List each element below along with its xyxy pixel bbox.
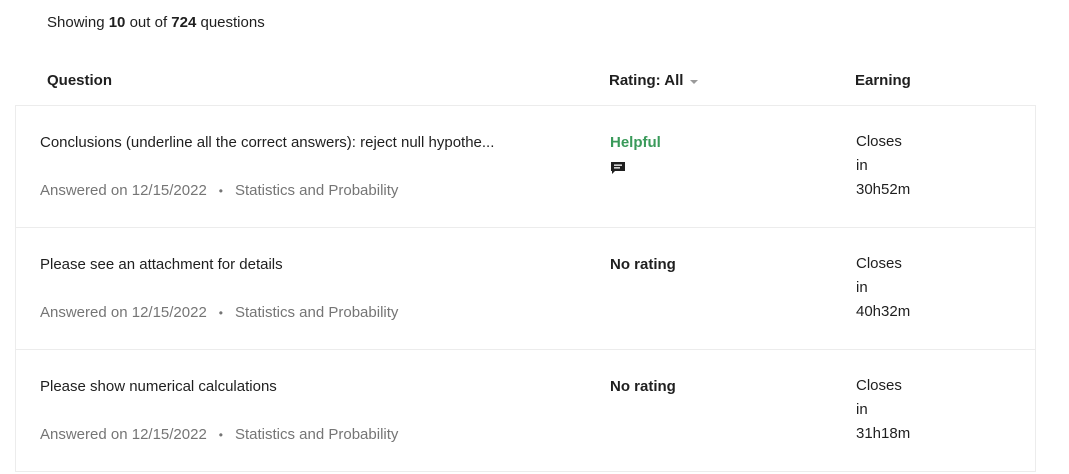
earning-line: Closes xyxy=(856,133,902,150)
question-title[interactable]: Conclusions (underline all the correct a… xyxy=(40,134,494,151)
results-summary: Showing 10 out of 724 questions xyxy=(47,14,265,31)
rating-filter-label: Rating: All xyxy=(609,72,684,89)
table-header: Question Rating: All Earning xyxy=(0,72,1069,92)
chevron-down-icon xyxy=(690,79,699,84)
separator-dot: • xyxy=(218,305,223,320)
subject-label: Statistics and Probability xyxy=(235,182,399,199)
question-row[interactable]: Please see an attachment for details Ans… xyxy=(15,227,1036,349)
answered-date: Answered on 12/15/2022 xyxy=(40,304,207,321)
questions-list: Conclusions (underline all the correct a… xyxy=(15,105,1036,472)
comment-icon[interactable] xyxy=(610,161,626,175)
earning-status: Closes in 30h52m xyxy=(856,130,910,202)
column-header-question: Question xyxy=(47,72,113,89)
rating-status: No rating xyxy=(610,378,676,395)
earning-time: 30h52m xyxy=(856,181,911,198)
earning-line: Closes xyxy=(856,255,902,272)
rating-filter-dropdown[interactable]: Rating: All xyxy=(609,72,699,89)
rating-status: Helpful xyxy=(610,134,661,151)
earning-line: in xyxy=(856,401,868,418)
earning-status: Closes in 40h32m xyxy=(856,252,910,324)
summary-prefix: Showing xyxy=(47,14,105,31)
subject-label: Statistics and Probability xyxy=(235,426,399,443)
earning-line: Closes xyxy=(856,377,902,394)
earning-time: 40h32m xyxy=(856,303,911,320)
summary-total-count: 724 xyxy=(171,14,197,31)
separator-dot: • xyxy=(218,427,223,442)
question-meta: Answered on 12/15/2022 • Statistics and … xyxy=(40,426,398,443)
earning-status: Closes in 31h18m xyxy=(856,374,910,446)
column-header-earning: Earning xyxy=(855,72,911,89)
answered-date: Answered on 12/15/2022 xyxy=(40,426,207,443)
separator-dot: • xyxy=(218,183,223,198)
answered-date: Answered on 12/15/2022 xyxy=(40,182,207,199)
question-meta: Answered on 12/15/2022 • Statistics and … xyxy=(40,182,398,199)
rating-status: No rating xyxy=(610,256,676,273)
earning-line: in xyxy=(856,279,868,296)
question-title[interactable]: Please show numerical calculations xyxy=(40,378,277,395)
summary-suffix: questions xyxy=(200,14,265,31)
earning-line: in xyxy=(856,157,868,174)
summary-middle: out of xyxy=(129,14,168,31)
question-row[interactable]: Conclusions (underline all the correct a… xyxy=(15,105,1036,227)
summary-shown-count: 10 xyxy=(108,14,126,31)
question-row[interactable]: Please show numerical calculations Answe… xyxy=(15,349,1036,472)
earning-time: 31h18m xyxy=(856,425,911,442)
question-title[interactable]: Please see an attachment for details xyxy=(40,256,283,273)
subject-label: Statistics and Probability xyxy=(235,304,399,321)
question-meta: Answered on 12/15/2022 • Statistics and … xyxy=(40,304,398,321)
